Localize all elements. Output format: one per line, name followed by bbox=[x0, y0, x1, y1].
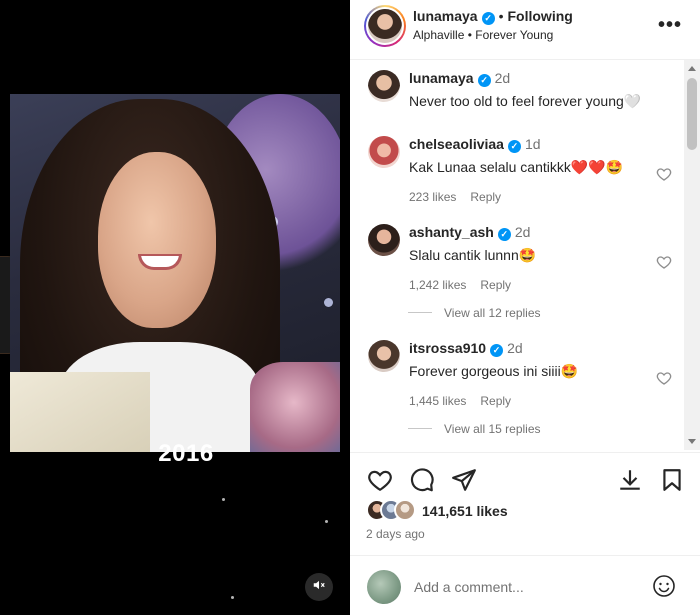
mute-icon bbox=[312, 578, 326, 597]
comment-item: ashanty_ash ✓ 2d Slalu cantik lunnn🤩 1,242… bbox=[368, 224, 684, 294]
comment-likes[interactable]: 1,242 likes bbox=[409, 278, 466, 292]
post-panel: lunamaya ✓ • Following Alphaville • Forever… bbox=[350, 0, 700, 615]
liker-avatar bbox=[394, 499, 416, 521]
current-user-avatar bbox=[367, 570, 401, 604]
comment-age: 2d bbox=[514, 224, 531, 240]
reply-button[interactable]: Reply bbox=[480, 278, 511, 292]
bookmark-icon[interactable] bbox=[659, 467, 685, 498]
header-separator: • bbox=[498, 8, 504, 24]
comment-item: itsrossa910 ✓ 2d Forever gorgeous ini siii… bbox=[368, 340, 684, 410]
caption: lunamaya ✓ 2d Never too old to feel foreve… bbox=[368, 70, 684, 120]
comment-text: Kak Lunaa selalu cantikkk❤️❤️🤩 bbox=[409, 159, 624, 175]
heart-icon[interactable] bbox=[656, 166, 672, 187]
bouquet-right bbox=[250, 362, 340, 452]
post-header: lunamaya ✓ • Following Alphaville • Forever… bbox=[350, 0, 700, 60]
heart-icon[interactable] bbox=[656, 254, 672, 275]
caption-age: 2d bbox=[494, 70, 511, 86]
comment-avatar[interactable] bbox=[368, 224, 400, 256]
comment-icon[interactable] bbox=[409, 467, 435, 498]
caption-avatar[interactable] bbox=[368, 70, 400, 102]
following-button[interactable]: Following bbox=[508, 8, 573, 24]
video-player[interactable]: 2016 bbox=[0, 0, 350, 615]
post-date: 2 days ago bbox=[366, 527, 425, 541]
comment-avatar[interactable] bbox=[368, 340, 400, 372]
comment-text: Slalu cantik lunnn🤩 bbox=[409, 247, 537, 263]
emoji-icon[interactable] bbox=[652, 574, 676, 603]
likes-count[interactable]: 141,651 likes bbox=[422, 503, 508, 519]
comments-list[interactable]: lunamaya ✓ 2d Never too old to feel foreve… bbox=[350, 60, 700, 450]
reply-button[interactable]: Reply bbox=[480, 394, 511, 408]
bokeh-light bbox=[324, 298, 333, 307]
share-icon[interactable] bbox=[451, 467, 477, 498]
sparkle-dot bbox=[325, 520, 328, 523]
comment-username[interactable]: itsrossa910 bbox=[409, 340, 486, 356]
heart-icon[interactable] bbox=[656, 370, 672, 391]
comment-text: Forever gorgeous ini siiii🤩 bbox=[409, 363, 579, 379]
mute-button[interactable] bbox=[305, 573, 333, 601]
reply-button[interactable]: Reply bbox=[470, 190, 501, 204]
author-username[interactable]: lunamaya bbox=[413, 8, 478, 24]
heart-icon[interactable] bbox=[367, 467, 393, 498]
download-icon[interactable] bbox=[617, 467, 643, 498]
comment-composer: Add a comment... bbox=[350, 555, 700, 615]
comment-avatar[interactable] bbox=[368, 136, 400, 168]
scroll-up-arrow[interactable] bbox=[688, 66, 696, 71]
verified-icon: ✓ bbox=[507, 140, 521, 153]
comment-item: chelseaoliviaa ✓ 1d Kak Lunaa selalu canti… bbox=[368, 136, 684, 206]
header-user-line: lunamaya ✓ • Following bbox=[413, 8, 573, 25]
comment-age: 2d bbox=[507, 340, 523, 356]
audio-track-link[interactable]: Alphaville • Forever Young bbox=[413, 28, 553, 42]
more-icon[interactable]: ••• bbox=[658, 14, 682, 37]
post-actions: 141,651 likes 2 days ago bbox=[350, 452, 700, 547]
comment-username[interactable]: chelseaoliviaa bbox=[409, 136, 504, 152]
author-avatar[interactable] bbox=[364, 5, 406, 47]
video-frame[interactable] bbox=[10, 94, 340, 452]
comment-age: 1d bbox=[524, 136, 541, 152]
comment-username[interactable]: ashanty_ash bbox=[409, 224, 494, 240]
comment-likes[interactable]: 1,445 likes bbox=[409, 394, 466, 408]
replies-divider bbox=[408, 428, 432, 429]
caption-text: Never too old to feel forever young🤍 bbox=[409, 93, 642, 109]
sparkle-dot bbox=[231, 596, 234, 599]
comments-scrollbar[interactable] bbox=[684, 60, 700, 450]
view-replies-button[interactable]: View all 15 replies bbox=[408, 422, 541, 436]
verified-icon: ✓ bbox=[481, 12, 495, 25]
subject-face bbox=[98, 152, 216, 328]
view-replies-label: View all 12 replies bbox=[444, 306, 541, 320]
sparkle-dot bbox=[222, 498, 225, 501]
view-replies-label: View all 15 replies bbox=[444, 422, 541, 436]
verified-icon: ✓ bbox=[490, 344, 504, 357]
replies-divider bbox=[408, 312, 432, 313]
comment-input[interactable]: Add a comment... bbox=[414, 579, 524, 595]
scroll-down-arrow[interactable] bbox=[688, 439, 696, 444]
verified-icon: ✓ bbox=[477, 74, 491, 87]
view-replies-button[interactable]: View all 12 replies bbox=[408, 306, 541, 320]
comment-likes[interactable]: 223 likes bbox=[409, 190, 456, 204]
caption-username[interactable]: lunamaya bbox=[409, 70, 474, 86]
video-overlay-year: 2016 bbox=[158, 440, 214, 467]
verified-icon: ✓ bbox=[497, 228, 511, 241]
scrollbar-thumb[interactable] bbox=[687, 78, 697, 150]
